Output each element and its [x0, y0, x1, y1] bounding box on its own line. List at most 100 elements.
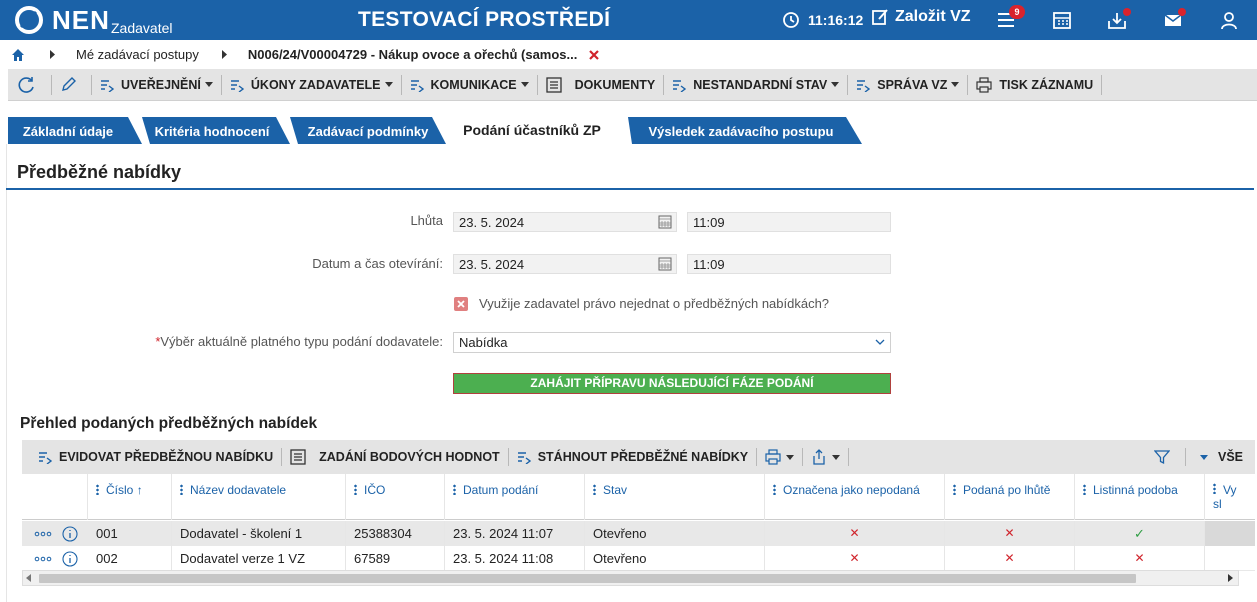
notification-badge: 9	[1009, 5, 1025, 19]
tab-zadavaci-podminky[interactable]: Zadávací podmínky	[296, 117, 440, 144]
breadcrumb: Mé zadávací postupy N006/24/V00004729 - …	[0, 40, 1257, 69]
submission-type-label: *Výběr aktuálně platného typu podání dod…	[100, 334, 443, 349]
calendar-icon[interactable]	[1052, 10, 1072, 30]
show-all-dropdown[interactable]: VŠE	[1186, 450, 1255, 464]
close-icon	[457, 300, 465, 308]
column-ico-label: IČO	[364, 483, 386, 497]
export-menu-button[interactable]	[803, 448, 850, 466]
grid-title: Přehled podaných předběžných nabídek	[20, 415, 318, 432]
menu-tisk-zaznamu[interactable]: TISK ZÁZNAMU	[968, 74, 1103, 95]
menu-sprava-vz[interactable]: SPRÁVA VZ	[848, 74, 969, 95]
list-arrow-icon	[230, 79, 244, 92]
column-header-stav[interactable]: Stav	[585, 474, 765, 520]
more-options-icon[interactable]	[34, 556, 52, 562]
column-truncated-label: Vy sl	[1213, 483, 1237, 511]
column-header-datum[interactable]: Datum podání	[445, 474, 585, 520]
cell-nazev: Dodavatel - školení 1	[172, 521, 346, 546]
user-icon[interactable]	[1219, 10, 1239, 30]
download-offers-button[interactable]: STÁHNOUT PŘEDBĚŽNÉ NABÍDKY	[509, 448, 758, 466]
table-row[interactable]: 002 Dodavatel verze 1 VZ 67589 23. 5. 20…	[22, 546, 1255, 571]
tab-kriteria-hodnoceni[interactable]: Kritéria hodnocení	[146, 117, 278, 144]
mail-alert-dot	[1178, 8, 1186, 16]
column-nepodana-label: Označena jako nepodaná	[783, 483, 920, 497]
column-header-nepodana[interactable]: Označena jako nepodaná	[765, 474, 945, 520]
cell-po-lhute-no: ✕	[945, 546, 1075, 571]
opening-time-field[interactable]: 11:09	[687, 254, 891, 274]
calendar-icon[interactable]	[658, 215, 672, 229]
list-arrow-icon	[101, 79, 114, 92]
scrollbar-thumb[interactable]	[39, 574, 1136, 583]
sort-asc-icon[interactable]: ↑	[137, 483, 143, 497]
refresh-button[interactable]	[8, 74, 52, 95]
share-icon	[813, 449, 825, 465]
menu-tisk-label: TISK ZÁZNAMU	[999, 77, 1094, 92]
edit-button[interactable]	[52, 74, 92, 95]
menu-komunikace-label: KOMUNIKACE	[430, 77, 517, 92]
more-options-icon[interactable]	[34, 531, 52, 537]
deadline-time-field[interactable]: 11:09	[687, 212, 891, 232]
list-arrow-icon	[39, 452, 52, 464]
show-all-label: VŠE	[1217, 450, 1243, 464]
no-negotiation-checkbox[interactable]	[454, 297, 468, 311]
breadcrumb-item-procedures[interactable]: Mé zadávací postupy	[76, 47, 199, 62]
menu-ukony-label: ÚKONY ZADAVATELE	[250, 77, 381, 92]
menu-ukony-zadavatele[interactable]: ÚKONY ZADAVATELE	[222, 74, 402, 95]
record-offer-button[interactable]: EVIDOVAT PŘEDBĚŽNOU NABÍDKU	[22, 448, 283, 466]
info-icon[interactable]	[62, 526, 78, 542]
document-icon	[290, 449, 306, 465]
opening-date-field[interactable]: 23. 5. 2024	[453, 254, 677, 274]
filter-button[interactable]	[1146, 448, 1186, 466]
menu-nestandardni-label: NESTANDARDNÍ STAV	[693, 77, 828, 92]
opening-date-value: 23. 5. 2024	[459, 257, 525, 272]
column-po-lhute-label: Podaná po lhůtě	[963, 483, 1051, 497]
cell-cislo: 001	[88, 521, 172, 546]
menu-nestandardni-stav[interactable]: NESTANDARDNÍ STAV	[664, 74, 849, 95]
start-next-phase-button[interactable]: ZAHÁJIT PŘÍPRAVU NÁSLEDUJÍCÍ FÁZE PODÁNÍ	[453, 373, 891, 394]
horizontal-scrollbar[interactable]	[22, 570, 1239, 586]
column-header-nazev[interactable]: Název dodavatele	[172, 474, 346, 520]
column-header-truncated[interactable]: Vy sl	[1205, 474, 1239, 520]
refresh-icon	[18, 76, 34, 93]
scores-button[interactable]: ZADÁNÍ BODOVÝCH HODNOT	[282, 448, 509, 466]
close-icon[interactable]	[589, 49, 600, 60]
logo-icon[interactable]	[14, 5, 44, 35]
column-datum-label: Datum podání	[463, 483, 539, 497]
column-stav-label: Stav	[603, 483, 628, 497]
list-arrow-icon	[410, 79, 424, 92]
tab-zakladni-udaje[interactable]: Základní údaje	[8, 117, 128, 144]
scroll-right-icon[interactable]	[1228, 574, 1234, 582]
document-icon	[545, 76, 562, 93]
home-icon[interactable]	[11, 48, 25, 62]
calendar-icon[interactable]	[658, 257, 672, 271]
submission-type-select[interactable]: Nabídka	[453, 332, 891, 353]
list-arrow-icon	[517, 452, 531, 464]
cell-stav: Otevřeno	[585, 521, 765, 546]
opening-label: Datum a čas otevírání:	[312, 256, 443, 271]
table-row[interactable]: 001 Dodavatel - školení 1 25388304 23. 5…	[22, 521, 1255, 546]
column-header-listinna[interactable]: Listinná podoba	[1075, 474, 1205, 520]
tab-vysledek[interactable]: Výsledek zadávacího postupu	[634, 117, 848, 144]
environment-title: TESTOVACÍ PROSTŘEDÍ	[358, 8, 611, 31]
menu-komunikace[interactable]: KOMUNIKACE	[402, 74, 538, 95]
menu-dokumenty[interactable]: DOKUMENTY	[538, 74, 665, 95]
column-header-po-lhute[interactable]: Podaná po lhůtě	[945, 474, 1075, 520]
deadline-label: Lhůta	[410, 213, 443, 228]
create-vz-button[interactable]: Založit VZ	[871, 8, 971, 26]
deadline-date-field[interactable]: 23. 5. 2024	[453, 212, 677, 232]
breadcrumb-item-current: N006/24/V00004729 - Nákup ovoce a ořechů…	[247, 47, 578, 62]
menu-uverejneni[interactable]: UVEŘEJNĚNÍ	[92, 74, 222, 95]
scroll-left-icon[interactable]	[26, 574, 32, 582]
column-header-cislo[interactable]: Číslo ↑	[88, 474, 172, 520]
procedure-toolbar: UVEŘEJNĚNÍ ÚKONY ZADAVATELE KOMUNIKACE D…	[8, 69, 1257, 101]
column-header-ico[interactable]: IČO	[346, 474, 445, 520]
create-vz-label: Založit VZ	[895, 8, 971, 25]
top-bar: NEN Zadavatel TESTOVACÍ PROSTŘEDÍ 11:16:…	[0, 0, 1257, 40]
info-icon[interactable]	[62, 551, 78, 567]
column-listinna-label: Listinná podoba	[1093, 483, 1178, 497]
print-menu-button[interactable]	[757, 448, 804, 466]
no-negotiation-label: Využije zadavatel právo nejednat o předb…	[479, 296, 830, 311]
row-actions	[22, 546, 88, 571]
cell-datum: 23. 5. 2024 11:08	[445, 546, 585, 571]
submission-type-value: Nabídka	[459, 335, 508, 350]
tab-podani-ucastniku[interactable]: Podání účastníků ZP	[446, 115, 618, 145]
